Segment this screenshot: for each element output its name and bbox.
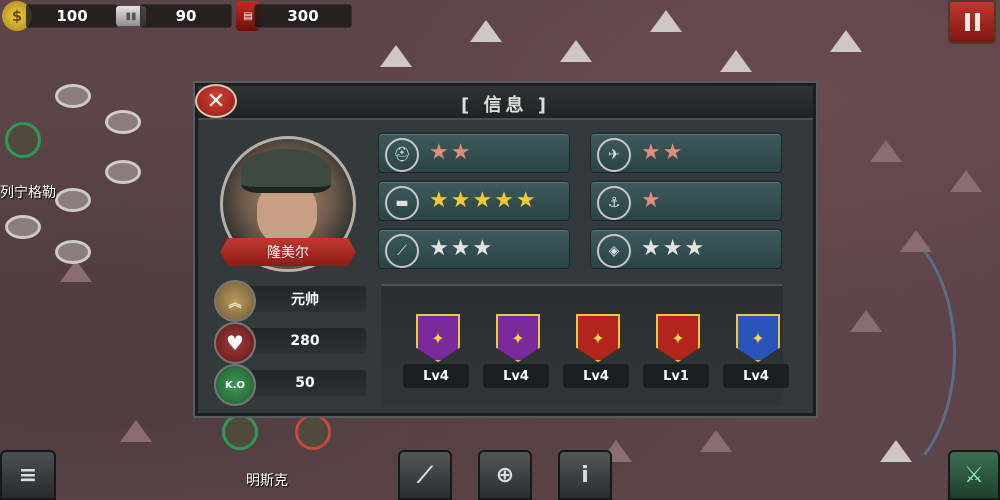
map-node[interactable]: [55, 188, 91, 212]
mountain: [950, 170, 982, 192]
mountain: [120, 420, 152, 442]
medal-level: Lv4: [483, 364, 549, 388]
medal-icon[interactable]: ✦: [496, 314, 540, 362]
info-icon: i: [581, 462, 589, 488]
medal-level: Lv4: [403, 364, 469, 388]
city-label: 明斯克: [246, 473, 288, 489]
skill-stars: ★★: [429, 140, 473, 165]
mountain: [830, 30, 862, 52]
kills-value: 50: [244, 370, 366, 396]
map-node[interactable]: [55, 240, 91, 264]
panel-header: [ 信息 ]: [198, 86, 813, 120]
steel-resource: ▮▮ 90: [116, 4, 232, 28]
mountain: [560, 40, 592, 62]
panel-title: [ 信息 ]: [461, 95, 550, 116]
map-node[interactable]: [55, 84, 91, 108]
map-node[interactable]: [5, 215, 41, 239]
artillery-button[interactable]: ⟋: [398, 450, 452, 500]
unit-token[interactable]: [295, 414, 331, 450]
ko-helmet-icon: K.O: [214, 364, 256, 406]
pause-icon-bar: [964, 13, 970, 31]
medal-icon[interactable]: ✦: [416, 314, 460, 362]
pause-icon-bar: [974, 13, 980, 31]
mountain: [870, 140, 902, 162]
navy-icon: ⚓: [597, 186, 631, 220]
medal-icon[interactable]: ✦: [656, 314, 700, 362]
steel-amount: 90: [140, 4, 232, 28]
unit-token[interactable]: [222, 414, 258, 450]
medal-icon[interactable]: ✦: [736, 314, 780, 362]
mountain: [700, 430, 732, 452]
skill-stars: ★★★★★: [429, 188, 538, 213]
map-node[interactable]: [105, 160, 141, 184]
infantry-icon: ⛑: [385, 138, 419, 172]
medal-icon[interactable]: ✦: [576, 314, 620, 362]
fortress-icon: ◈: [597, 234, 631, 268]
mountain: [720, 50, 752, 72]
menu-icon: ≡: [18, 462, 38, 488]
unit-token[interactable]: [5, 122, 41, 158]
skill-stars: ★: [641, 188, 663, 213]
mountain: [380, 45, 412, 67]
rank-row: 元帅 ︽: [214, 280, 366, 322]
rank-chevron-icon: ︽: [214, 280, 256, 322]
close-button[interactable]: ✕: [195, 84, 237, 118]
general-info-panel: [ 信息 ] ✕ 隆美尔 元帅 ︽ 280 ♥ 50 K.O ⛑ ★★ ✈ ★★ ▬ ★★…: [195, 83, 816, 416]
skill-stars: ★★★: [641, 236, 707, 261]
aircraft-icon: ✈: [597, 138, 631, 172]
general-add-icon: ⊕: [495, 462, 515, 488]
mountain: [650, 10, 682, 32]
pause-button[interactable]: [948, 0, 996, 44]
medal-level: Lv4: [723, 364, 789, 388]
oil-resource: ▤ 300: [236, 1, 352, 31]
general-name: 隆美尔: [267, 245, 309, 261]
health-value: 280: [244, 328, 366, 354]
medal-level: Lv4: [563, 364, 629, 388]
health-row: 280 ♥: [214, 322, 366, 364]
kills-row: 50 K.O: [214, 364, 366, 406]
rank-value: 元帅: [244, 286, 366, 312]
close-icon: ✕: [206, 88, 226, 114]
medals-area: ✦ Lv4 ✦ Lv4 ✦ Lv4 ✦ Lv1 ✦ Lv4: [381, 284, 789, 406]
general-name-ribbon: 隆美尔: [220, 238, 356, 266]
ko-badge: K.O: [224, 379, 246, 391]
recruit-general-button[interactable]: ⊕: [478, 450, 532, 500]
info-button[interactable]: i: [558, 450, 612, 500]
map-node[interactable]: [105, 110, 141, 134]
gold-resource: $ 100: [2, 1, 118, 31]
heart-icon: ♥: [214, 322, 256, 364]
skill-card: ⚓ ★: [590, 181, 782, 221]
next-turn-icon: ⚔: [964, 462, 984, 488]
skill-card: ⛑ ★★: [378, 133, 570, 173]
skill-card: ◈ ★★★: [590, 229, 782, 269]
skill-card: ✈ ★★: [590, 133, 782, 173]
menu-button[interactable]: ≡: [0, 450, 56, 500]
skill-card: ⟋ ★★★: [378, 229, 570, 269]
skill-stars: ★★: [641, 140, 685, 165]
cannon-icon: ⟋: [417, 462, 433, 488]
city-label: 列宁格勒: [0, 185, 56, 201]
gold-amount: 100: [26, 4, 118, 28]
portrait-cap: [241, 149, 331, 193]
oil-amount: 300: [254, 4, 352, 28]
mountain: [470, 20, 502, 42]
tank-icon: ▬: [385, 186, 419, 220]
skill-card: ▬ ★★★★★: [378, 181, 570, 221]
medal-level: Lv1: [643, 364, 709, 388]
skill-stars: ★★★: [429, 236, 495, 261]
artillery-icon: ⟋: [385, 234, 419, 268]
next-turn-button[interactable]: ⚔: [948, 450, 1000, 500]
